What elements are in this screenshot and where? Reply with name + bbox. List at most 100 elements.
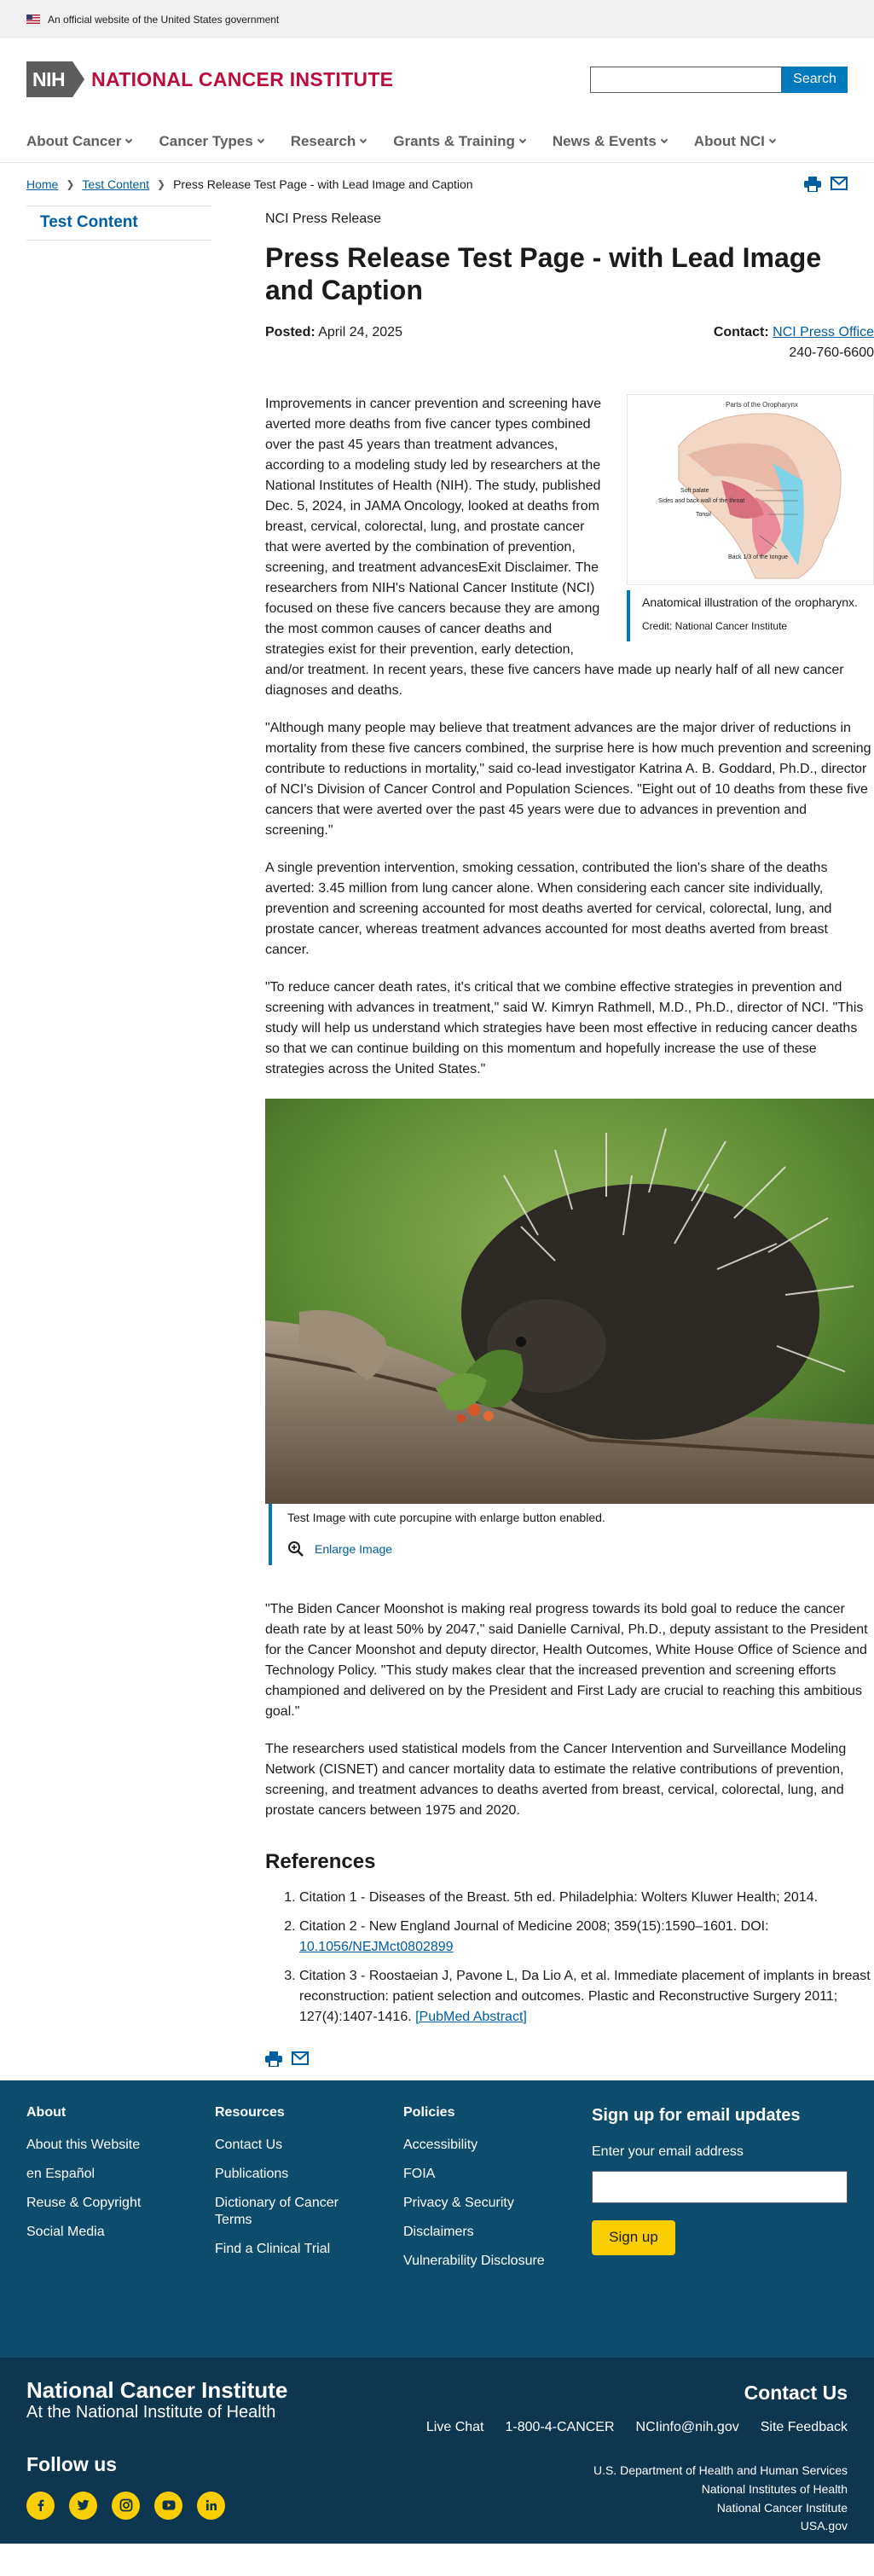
nci-logo[interactable]: NIH NATIONAL CANCER INSTITUTE <box>26 61 393 97</box>
caption-credit: Credit: National Cancer Institute <box>642 620 788 633</box>
footer-col-title: Resources <box>215 2104 285 2120</box>
twitter-icon[interactable] <box>69 2491 97 2520</box>
agency-link[interactable]: U.S. Department of Health and Human Serv… <box>426 2462 848 2480</box>
email-field[interactable] <box>592 2170 848 2203</box>
article: NCI Press Release Press Release Test Pag… <box>265 206 874 2080</box>
search-button[interactable]: Search <box>782 66 848 93</box>
footer-org-name[interactable]: National Cancer Institute <box>26 2378 287 2403</box>
nav-about-nci[interactable]: About NCI <box>694 131 777 153</box>
follow-us-heading: Follow us <box>26 2453 118 2476</box>
footer-link[interactable]: Publications <box>215 2166 403 2183</box>
nav-grants-training[interactable]: Grants & Training <box>393 131 527 153</box>
article-paragraph: A single prevention intervention, smokin… <box>265 860 832 957</box>
footer-link[interactable]: en Español <box>26 2166 215 2183</box>
article-paragraph: "To reduce cancer death rates, it's crit… <box>265 979 864 1076</box>
linkedin-icon[interactable] <box>197 2491 225 2520</box>
print-icon[interactable] <box>804 177 821 192</box>
us-flag-icon <box>26 15 40 24</box>
facebook-icon[interactable] <box>26 2491 55 2520</box>
search-input[interactable] <box>590 66 782 93</box>
footer-link[interactable]: Find a Clinical Trial <box>215 2241 403 2258</box>
posted-info: Posted: April 24, 2025 <box>265 322 402 363</box>
footer-link[interactable]: Accessibility <box>403 2137 592 2154</box>
posted-label: Posted: <box>265 324 315 339</box>
chevron-right-icon: ❯ <box>157 178 166 190</box>
bottom-share-icons <box>265 2051 874 2067</box>
contact-links: Live Chat 1-800-4-CANCER NCIinfo@nih.gov… <box>426 2417 848 2438</box>
logo-text: NATIONAL CANCER INSTITUTE <box>91 67 394 90</box>
nav-label: News & Events <box>552 132 657 149</box>
email-icon[interactable] <box>831 177 848 190</box>
reference-text: Citation 2 - New England Journal of Medi… <box>299 1918 769 1934</box>
email-signup: Sign up for email updates Enter your ema… <box>592 2103 848 2358</box>
porcupine-image <box>265 1098 874 1504</box>
contact-link[interactable]: NCI Press Office <box>773 325 874 339</box>
porcupine-figure: Test Image with cute porcupine with enla… <box>265 1098 874 1565</box>
footer-bottom: National Cancer Institute At the Nationa… <box>0 2357 874 2544</box>
nav-research[interactable]: Research <box>290 131 368 153</box>
footer-link[interactable]: Reuse & Copyright <box>26 2195 215 2212</box>
content-area: Test Content NCI Press Release Press Rel… <box>0 206 874 2080</box>
breadcrumb-home[interactable]: Home <box>26 176 58 194</box>
footer-contact: Contact Us Live Chat 1-800-4-CANCER NCIi… <box>426 2378 848 2544</box>
site-feedback-link[interactable]: Site Feedback <box>761 2417 848 2438</box>
email-icon[interactable] <box>292 2051 309 2065</box>
email-link[interactable]: NCIinfo@nih.gov <box>636 2417 739 2438</box>
agency-link[interactable]: National Cancer Institute <box>426 2499 848 2518</box>
footer-col-about: About About this Website en Español Reus… <box>26 2103 215 2358</box>
nav-news-events[interactable]: News & Events <box>552 131 669 153</box>
doi-link[interactable]: 10.1056/NEJMct0802899 <box>299 1940 454 1954</box>
oropharynx-diagram: Parts of the Oropharynx Soft palate Side… <box>628 394 873 584</box>
footer-link[interactable]: Privacy & Security <box>403 2195 592 2212</box>
posted-date: April 24, 2025 <box>318 324 402 339</box>
footer-link[interactable]: About this Website <box>26 2137 215 2154</box>
footer-link[interactable]: Social Media <box>26 2224 215 2241</box>
reference-text: Citation 3 - Roostaeian J, Pavone L, Da … <box>299 1968 871 2024</box>
pubmed-link[interactable]: [PubMed Abstract] <box>415 2010 527 2024</box>
references-heading: References <box>265 1849 376 1873</box>
sidebar: Test Content <box>26 206 211 2080</box>
breadcrumb: Home ❯ Test Content ❯ Press Release Test… <box>26 176 473 194</box>
diagram-title: Parts of the Oropharynx <box>726 401 798 409</box>
site-header: NIH NATIONAL CANCER INSTITUTE Search <box>0 38 874 120</box>
sign-up-button[interactable]: Sign up <box>592 2219 675 2255</box>
footer-link[interactable]: Disclaimers <box>403 2224 592 2241</box>
social-links <box>26 2491 287 2520</box>
live-chat-link[interactable]: Live Chat <box>426 2417 484 2438</box>
breadcrumb-test-content[interactable]: Test Content <box>82 176 149 194</box>
contact-info: Contact: NCI Press Office 240-760-6600 <box>714 322 874 363</box>
nav-label: Research <box>290 132 356 149</box>
chevron-right-icon: ❯ <box>66 178 75 190</box>
diagram-label: Soft palate <box>680 488 709 494</box>
footer-link[interactable]: Dictionary of Cancer Terms <box>215 2195 351 2229</box>
footer-org-sub: At the National Institute of Health <box>26 2403 276 2422</box>
enlarge-image-button[interactable]: Enlarge Image <box>287 1540 859 1558</box>
sidebar-item-test-content[interactable]: Test Content <box>26 206 211 241</box>
article-body: Parts of the Oropharynx Soft palate Side… <box>265 393 874 1821</box>
nav-about-cancer[interactable]: About Cancer <box>26 131 133 153</box>
gov-banner: An official website of the United States… <box>0 0 874 38</box>
reference-item: Citation 3 - Roostaeian J, Pavone L, Da … <box>299 1966 874 2028</box>
lead-figure-caption: Anatomical illustration of the oropharyn… <box>627 589 874 642</box>
nav-label: Cancer Types <box>159 132 253 149</box>
youtube-icon[interactable] <box>154 2491 182 2520</box>
nav-cancer-types[interactable]: Cancer Types <box>159 131 264 153</box>
footer-col-policies: Policies Accessibility FOIA Privacy & Se… <box>403 2103 592 2358</box>
chevron-down-icon <box>125 136 133 143</box>
agency-link[interactable]: National Institutes of Health <box>426 2480 848 2499</box>
main-nav: About Cancer Cancer Types Research Grant… <box>0 120 874 163</box>
phone-link[interactable]: 1-800-4-CANCER <box>505 2417 614 2438</box>
footer-link[interactable]: FOIA <box>403 2166 592 2183</box>
instagram-icon[interactable] <box>112 2491 140 2520</box>
agency-link[interactable]: USA.gov <box>426 2517 848 2536</box>
signup-title: Sign up for email updates <box>592 2105 801 2125</box>
footer-link[interactable]: Vulnerability Disclosure <box>403 2253 592 2270</box>
footer-link[interactable]: Contact Us <box>215 2137 403 2154</box>
enlarge-label: Enlarge Image <box>315 1541 393 1556</box>
chevron-down-icon <box>768 136 777 143</box>
chevron-down-icon <box>518 136 527 143</box>
print-icon[interactable] <box>265 2051 282 2067</box>
chevron-down-icon <box>660 136 669 143</box>
footer-col-resources: Resources Contact Us Publications Dictio… <box>215 2103 403 2358</box>
email-label: Enter your email address <box>592 2144 744 2159</box>
